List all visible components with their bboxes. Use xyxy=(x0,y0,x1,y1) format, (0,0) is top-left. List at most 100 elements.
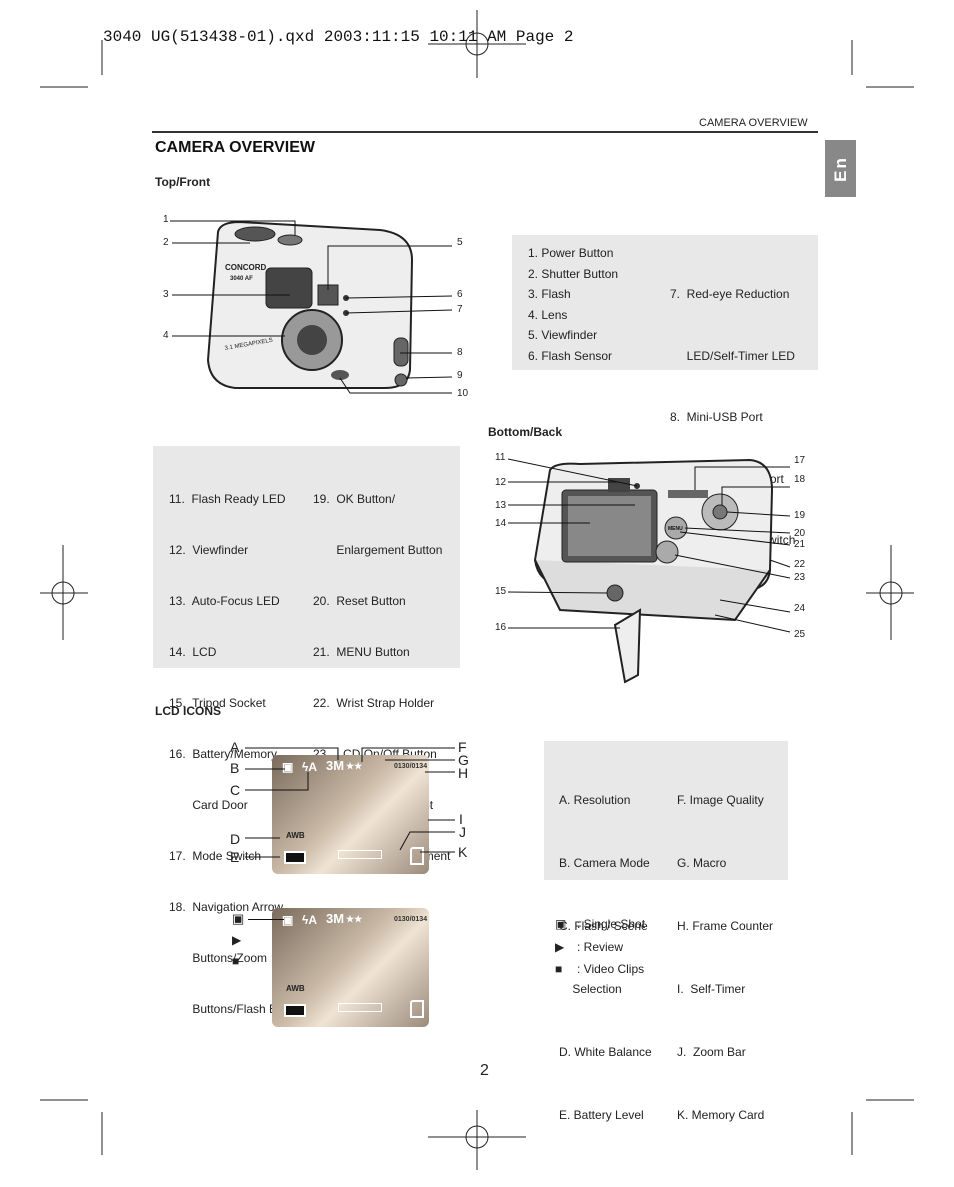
legend-item: 5. Viewfinder xyxy=(528,328,598,342)
callout-10: 10 xyxy=(457,388,469,399)
running-head: CAMERA OVERVIEW xyxy=(699,117,808,129)
legend-item: 12. Viewfinder xyxy=(169,543,249,557)
callout-14: 14 xyxy=(495,518,507,529)
video-camera-icon: ■ xyxy=(555,962,563,976)
legend-item: 6. Flash Sensor xyxy=(528,348,613,363)
camera-mode-icon: ▣ xyxy=(282,913,294,927)
top-front-legend: 1. Power Button 2. Shutter Button 3. Fla… xyxy=(512,235,818,547)
callout-1: 1 xyxy=(163,214,169,225)
legend-item: 19. OK Button/ xyxy=(313,492,396,506)
frame-counter: 0130/0134 xyxy=(394,916,428,923)
legend-item: 20. Reset Button xyxy=(313,594,406,608)
legend-item: LED/Self-Timer LED xyxy=(670,348,795,363)
callout-23: 23 xyxy=(794,572,806,583)
legend-item: 2. Shutter Button xyxy=(528,266,619,281)
callout-11: 11 xyxy=(495,452,506,463)
callout-15: 15 xyxy=(495,586,507,597)
mode-label: : Video Clips xyxy=(577,962,645,976)
legend-item: I. Self-Timer xyxy=(677,982,746,996)
callout-13: 13 xyxy=(495,500,507,511)
camera-icon: ▣ xyxy=(555,917,567,931)
legend-item: 13. Auto-Focus LED xyxy=(169,594,280,608)
play-icon: ▶ xyxy=(232,933,242,947)
legend-item: 8. Mini-USB Port xyxy=(670,410,763,424)
legend-item: Selection xyxy=(559,982,622,996)
legend-item: K. Memory Card xyxy=(677,1108,765,1122)
legend-item: 4. Lens xyxy=(528,307,568,322)
language-tab: En xyxy=(825,140,856,197)
legend-item: D. White Balance xyxy=(559,1045,652,1059)
crop-marks xyxy=(40,10,914,1170)
mode-callout-line xyxy=(248,919,284,920)
callout-c: C xyxy=(230,782,241,798)
camera-icon: ▣ xyxy=(232,911,245,926)
camera-front-illustration: CONCORD 3040 AF 3.1 MEGAPIXELS xyxy=(170,220,453,394)
page-title: CAMERA OVERVIEW xyxy=(155,139,316,156)
flash-auto-icon: ϟA xyxy=(302,913,318,927)
callout-3: 3 xyxy=(163,289,169,300)
legend-col1: 1. Power Button 2. Shutter Button 3. Fla… xyxy=(528,243,618,366)
legend-item: Enlargement Button xyxy=(313,543,443,557)
lcd-callout-lines xyxy=(245,747,455,858)
manual-page: 3040 UG(513438-01).qxd 2003:11:15 10:11 … xyxy=(0,0,954,1187)
callout-16: 16 xyxy=(495,622,507,633)
brand-text: CONCORD xyxy=(225,263,267,272)
legend-item: 1. Power Button xyxy=(528,246,614,260)
callout-9: 9 xyxy=(457,370,463,381)
callout-12: 12 xyxy=(495,477,507,488)
video-camera-icon: ■ xyxy=(232,954,240,968)
legend-item: E. Battery Level xyxy=(559,1108,644,1122)
mode-label: : Single Shot xyxy=(577,917,646,931)
lcd-screen-modes: ▣ ϟA 3M ★★ 0130/0134 AWB xyxy=(272,908,429,1027)
memory-card-icon xyxy=(410,1000,424,1018)
legend-item: 11. Flash Ready LED xyxy=(169,492,286,506)
callout-j: J xyxy=(459,824,466,840)
callout-d: D xyxy=(230,831,241,847)
legend-item: 22. Wrist Strap Holder xyxy=(313,696,435,710)
language-tab-label: En xyxy=(830,155,850,182)
callout-20: 20 xyxy=(794,528,806,539)
callout-5: 5 xyxy=(457,237,463,248)
callout-8: 8 xyxy=(457,347,463,358)
page-number: 2 xyxy=(480,1062,489,1079)
callout-17: 17 xyxy=(794,455,806,466)
legend-item: 14. LCD xyxy=(169,645,217,659)
bottom-back-heading: Bottom/Back xyxy=(488,425,563,439)
callout-19: 19 xyxy=(794,510,806,521)
mode-label: : Review xyxy=(577,939,624,954)
callout-18: 18 xyxy=(794,474,806,485)
legend-item: 21. MENU Button xyxy=(313,645,410,659)
svg-text:3040 AF: 3040 AF xyxy=(230,276,253,282)
lcd-icons-heading: LCD ICONS xyxy=(155,704,221,718)
resolution-indicator: 3M xyxy=(326,911,345,926)
callout-e: E xyxy=(230,849,240,865)
lcd-icons-legend: A. Resolution B. Camera Mode C. Flash / … xyxy=(544,741,788,1122)
callout-24: 24 xyxy=(794,603,806,614)
play-icon: ▶ xyxy=(555,939,565,954)
callout-k: K xyxy=(458,844,468,860)
legend-item: A. Resolution xyxy=(559,793,631,807)
legend-item: F. Image Quality xyxy=(677,793,764,807)
callout-25: 25 xyxy=(794,629,806,640)
white-balance-indicator: AWB xyxy=(286,984,305,993)
callout-b: B xyxy=(230,760,240,776)
bottom-back-legend: 11. Flash Ready LED 12. Viewfinder 13. A… xyxy=(153,446,460,1016)
callout-a: A xyxy=(230,739,240,755)
battery-icon xyxy=(284,1004,306,1017)
legend-item: B. Camera Mode xyxy=(559,856,650,870)
header-rule xyxy=(152,131,818,133)
callout-6: 6 xyxy=(457,289,463,300)
top-front-heading: Top/Front xyxy=(155,175,211,189)
mode-single-shot: ▣ : Single Shot xyxy=(555,913,755,936)
quality-indicator: ★★ xyxy=(346,914,363,924)
callout-2: 2 xyxy=(163,237,169,248)
callout-4: 4 xyxy=(163,330,169,341)
mode-review: ▶ : Review xyxy=(555,936,755,959)
callout-7: 7 xyxy=(457,304,463,315)
callout-h: H xyxy=(458,765,469,781)
legend-item: G. Macro xyxy=(677,856,727,870)
legend-item: J. Zoom Bar xyxy=(677,1045,746,1059)
callout-21: 21 xyxy=(794,539,806,550)
zoom-bar xyxy=(338,1003,382,1012)
menu-text: MENU xyxy=(668,526,683,532)
